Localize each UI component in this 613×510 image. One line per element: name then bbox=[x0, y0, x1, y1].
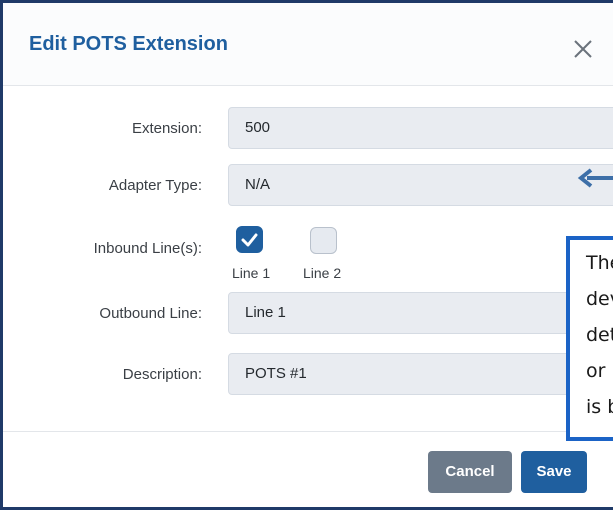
callout-line: dete bbox=[586, 324, 613, 346]
outbound-line-label: Outbound Line: bbox=[99, 305, 202, 322]
line-2-label: Line 2 bbox=[303, 265, 342, 281]
adapter-type-field[interactable]: N/A bbox=[228, 164, 613, 206]
description-label: Description: bbox=[122, 366, 202, 383]
adapter-type-label: Adapter Type: bbox=[108, 177, 202, 194]
extension-label: Extension: bbox=[131, 120, 202, 137]
dialog-title: Edit POTS Extension bbox=[29, 33, 228, 55]
annotation-callout: The devi dete or FX is be bbox=[566, 236, 613, 441]
description-field[interactable]: POTS #1 bbox=[228, 353, 613, 395]
outbound-line-select[interactable]: Line 1 bbox=[228, 292, 613, 334]
callout-line: is be bbox=[586, 396, 613, 418]
save-button[interactable]: Save bbox=[521, 451, 587, 493]
callout-line: The bbox=[586, 252, 613, 274]
line-1-checkbox[interactable] bbox=[236, 226, 263, 253]
footer-divider bbox=[3, 431, 613, 432]
line-1-label: Line 1 bbox=[232, 265, 271, 281]
line-2-checkbox[interactable] bbox=[310, 227, 337, 254]
callout-line: devi bbox=[586, 288, 613, 310]
callout-arrow-icon bbox=[577, 166, 613, 190]
close-icon[interactable] bbox=[569, 35, 597, 63]
inbound-lines-label: Inbound Line(s): bbox=[93, 240, 202, 257]
callout-line: or FX bbox=[586, 360, 613, 382]
checkmark-icon bbox=[241, 233, 258, 247]
extension-field[interactable]: 500 bbox=[228, 107, 613, 149]
edit-pots-extension-dialog: Edit POTS Extension Extension: 500 Adapt… bbox=[0, 0, 613, 510]
cancel-button[interactable]: Cancel bbox=[428, 451, 512, 493]
dialog-header: Edit POTS Extension bbox=[3, 3, 613, 86]
